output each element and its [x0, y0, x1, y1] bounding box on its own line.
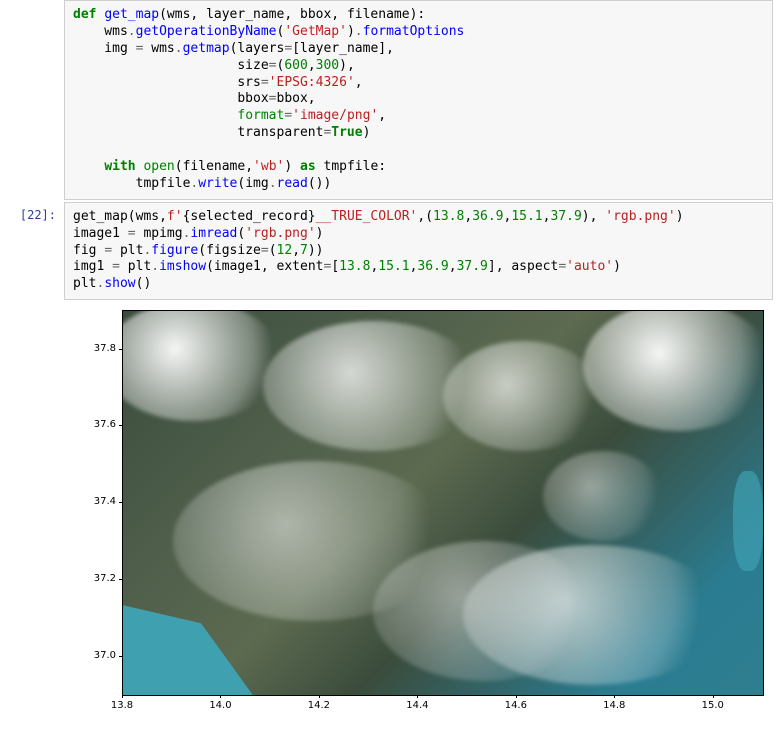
plot-image [122, 310, 764, 696]
code-block[interactable]: get_map(wms,f'{selected_record}__TRUE_CO… [73, 209, 764, 293]
cloud [543, 451, 663, 541]
output-area: 37.0 37.2 37.4 37.6 37.8 13.8 14.0 14.2 14.4 14.… [56, 302, 774, 742]
x-tick-label: 15.0 [693, 700, 733, 711]
output-cell: 37.0 37.2 37.4 37.6 37.8 13.8 14.0 14.2 14.4 14.… [8, 302, 773, 742]
matplotlib-figure: 37.0 37.2 37.4 37.6 37.8 13.8 14.0 14.2 14.4 14.… [56, 304, 774, 734]
code-cell-2: [22]: get_map(wms,f'{selected_record}__T… [8, 202, 773, 300]
code-input-area[interactable]: def get_map(wms, layer_name, bbox, filen… [64, 0, 773, 200]
x-tick-label: 14.4 [397, 700, 437, 711]
x-tick-label: 13.8 [102, 700, 142, 711]
code-input-area[interactable]: get_map(wms,f'{selected_record}__TRUE_CO… [64, 202, 773, 300]
y-tick-label: 37.2 [86, 573, 116, 584]
x-tick-label: 14.8 [594, 700, 634, 711]
y-tick-label: 37.6 [86, 419, 116, 430]
code-block[interactable]: def get_map(wms, layer_name, bbox, filen… [73, 7, 764, 193]
notebook: def get_map(wms, layer_name, bbox, filen… [0, 0, 781, 742]
y-tick-label: 37.0 [86, 650, 116, 661]
output-prompt [8, 302, 56, 742]
y-tick-label: 37.4 [86, 496, 116, 507]
lake-region [733, 471, 763, 571]
cell-prompt: [22]: [8, 202, 64, 300]
x-tick-label: 14.6 [496, 700, 536, 711]
cloud [583, 310, 764, 431]
cloud [443, 341, 603, 451]
cell-prompt [8, 0, 64, 200]
y-tick-label: 37.8 [86, 343, 116, 354]
sea-region [123, 605, 253, 695]
cloud [463, 545, 723, 685]
x-tick-label: 14.2 [299, 700, 339, 711]
code-cell-1: def get_map(wms, layer_name, bbox, filen… [8, 0, 773, 200]
cloud [122, 310, 283, 421]
x-tick-label: 14.0 [200, 700, 240, 711]
